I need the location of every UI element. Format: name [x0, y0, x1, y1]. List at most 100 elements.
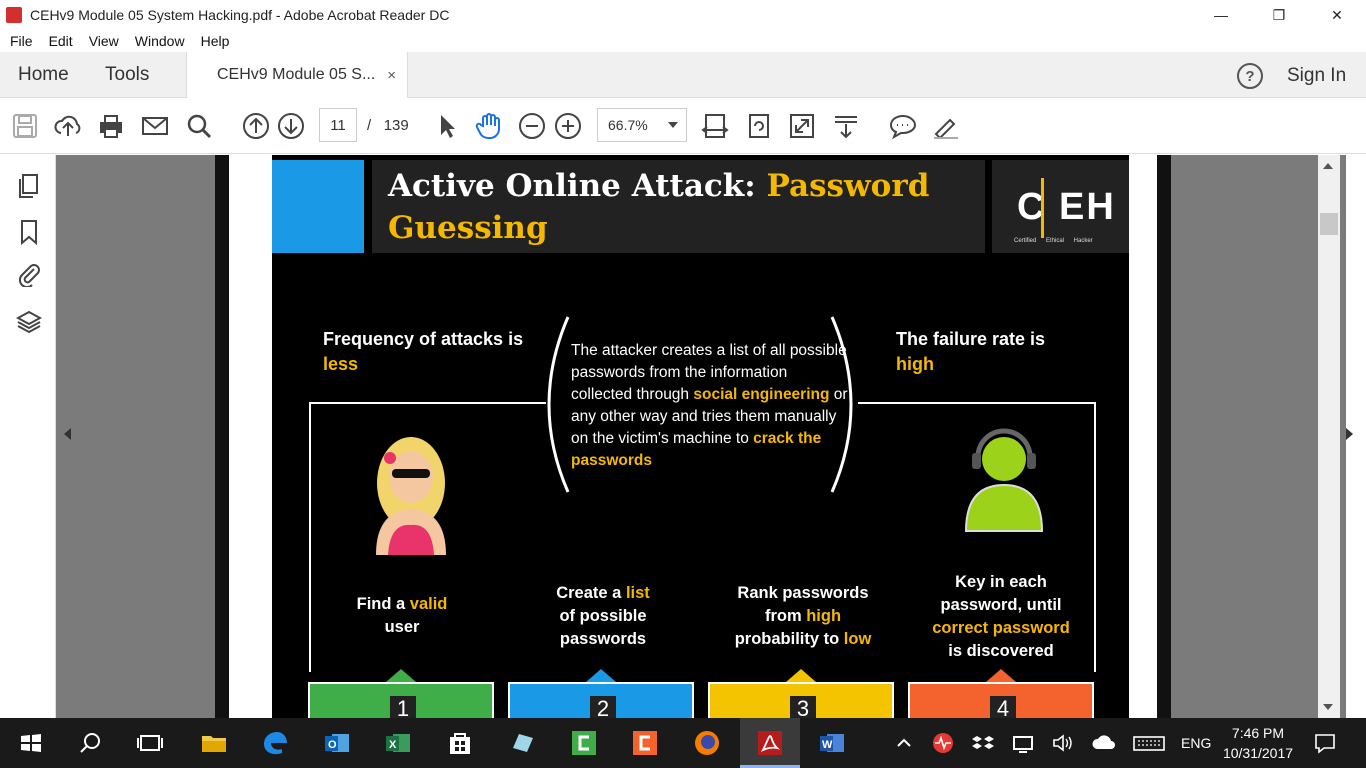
- edge-browser-icon[interactable]: [260, 728, 290, 758]
- zoom-in-icon[interactable]: [554, 112, 582, 140]
- tab-bar: Home Tools CEHv9 Module 05 S... × ? Sign…: [0, 52, 1366, 98]
- attacker-avatar-icon: [376, 437, 446, 555]
- acrobat-reader-icon: [755, 728, 785, 758]
- title-bar: CEHv9 Module 05 System Hacking.pdf - Ado…: [0, 0, 1366, 30]
- app-crystal-icon[interactable]: [507, 728, 537, 758]
- taskbar: O X W ENG 7:46 PM 10/31/2017: [0, 718, 1366, 768]
- system-clock[interactable]: 7:46 PM 10/31/2017: [1218, 723, 1298, 763]
- fit-width-icon[interactable]: [701, 112, 729, 140]
- step-2-box: 2: [508, 682, 694, 724]
- task-view-icon[interactable]: [135, 728, 165, 758]
- tab-document[interactable]: CEHv9 Module 05 S... ×: [186, 52, 408, 98]
- file-explorer-icon[interactable]: [199, 728, 229, 758]
- svg-text:O: O: [328, 739, 337, 751]
- step-1-label: Find a valid user: [356, 595, 448, 636]
- step-4-box: 4: [908, 682, 1094, 724]
- input-language[interactable]: ENG: [1181, 735, 1211, 751]
- acrobat-pdf-icon: [6, 7, 22, 23]
- menu-window[interactable]: Window: [135, 33, 185, 49]
- minimize-button[interactable]: —: [1192, 0, 1250, 30]
- ceh-logo: C EH Certified Ethical Hacker: [992, 160, 1129, 253]
- activity-monitor-icon[interactable]: [930, 728, 956, 758]
- ceh-logo-text: C EH: [1017, 186, 1116, 228]
- dropbox-icon[interactable]: [970, 728, 996, 758]
- step-4-label: Key in each password, until correct passw…: [932, 573, 1070, 660]
- outlook-icon[interactable]: O: [322, 728, 352, 758]
- slide: Active Online Attack: Password Guessing …: [272, 155, 1129, 724]
- scroll-mode-icon[interactable]: [832, 112, 860, 140]
- collapse-right-panel-icon[interactable]: [1346, 428, 1353, 440]
- user-headset-icon: [964, 428, 1044, 532]
- word-icon[interactable]: W: [817, 728, 847, 758]
- sign-in-button[interactable]: Sign In: [1287, 65, 1346, 87]
- step-1-box: 1: [308, 682, 494, 724]
- restore-button[interactable]: ❐: [1250, 0, 1308, 30]
- tab-tools[interactable]: Tools: [105, 64, 149, 86]
- upload-cloud-icon[interactable]: [54, 112, 82, 140]
- menu-view[interactable]: View: [89, 33, 119, 49]
- attachments-icon[interactable]: [16, 261, 42, 289]
- help-icon[interactable]: ?: [1237, 63, 1263, 89]
- page-number-input[interactable]: 11: [319, 108, 357, 142]
- hand-tool-icon[interactable]: [475, 112, 503, 140]
- rotate-page-icon[interactable]: [745, 112, 773, 140]
- center-description: The attacker creates a list of all possi…: [571, 342, 848, 469]
- slide-title-line2: Guessing: [388, 210, 548, 246]
- tab-home[interactable]: Home: [18, 64, 69, 86]
- firefox-icon[interactable]: [692, 728, 722, 758]
- onedrive-cloud-icon[interactable]: [1090, 728, 1118, 758]
- menu-file[interactable]: File: [10, 33, 33, 49]
- window-title: CEHv9 Module 05 System Hacking.pdf - Ado…: [30, 7, 450, 23]
- page-thumbnails-icon[interactable]: [16, 173, 42, 199]
- camtasia-green-icon[interactable]: [569, 728, 599, 758]
- menu-bar: File Edit View Window Help: [0, 30, 1366, 52]
- menu-edit[interactable]: Edit: [49, 33, 73, 49]
- slide-title-line1: Active Online Attack: Password: [388, 168, 930, 204]
- step-3-label: Rank passwords from high probability to l…: [734, 584, 872, 648]
- tab-close-icon[interactable]: ×: [387, 67, 396, 84]
- layers-icon[interactable]: [15, 309, 43, 335]
- collapse-left-panel-icon[interactable]: [64, 428, 71, 440]
- clock-time: 7:46 PM: [1231, 725, 1285, 741]
- notification-center-icon[interactable]: [1312, 728, 1338, 758]
- scroll-down-icon[interactable]: [1323, 704, 1333, 710]
- taskbar-active-acrobat[interactable]: [740, 718, 800, 768]
- store-icon[interactable]: [445, 728, 475, 758]
- save-icon[interactable]: [11, 112, 39, 140]
- camtasia-orange-icon[interactable]: [630, 728, 660, 758]
- page-total: / 139: [367, 117, 409, 134]
- scroll-thumb[interactable]: [1320, 213, 1338, 235]
- select-cursor-icon[interactable]: [433, 112, 461, 140]
- document-canvas[interactable]: Active Online Attack: Password Guessing …: [56, 155, 1353, 724]
- excel-icon[interactable]: X: [383, 728, 413, 758]
- print-icon[interactable]: [97, 112, 125, 140]
- comment-icon[interactable]: [889, 112, 917, 140]
- zoom-out-icon[interactable]: [518, 112, 546, 140]
- close-window-button[interactable]: ✕: [1308, 0, 1366, 30]
- menu-help[interactable]: Help: [201, 33, 230, 49]
- windows-start-icon[interactable]: [16, 728, 46, 758]
- bookmarks-icon[interactable]: [16, 219, 42, 246]
- highlight-pen-icon[interactable]: [932, 112, 960, 140]
- show-hidden-icons-icon[interactable]: [893, 728, 915, 758]
- clock-date: 10/31/2017: [1222, 745, 1294, 761]
- previous-page-icon[interactable]: [242, 112, 270, 140]
- scroll-up-icon[interactable]: [1323, 163, 1333, 169]
- left-navigation-panel: [0, 155, 56, 718]
- next-page-icon[interactable]: [277, 112, 305, 140]
- svg-text:W: W: [822, 739, 833, 751]
- search-icon[interactable]: [76, 728, 106, 758]
- zoom-dropdown[interactable]: 66.7%: [597, 108, 687, 142]
- step-3-box: 3: [708, 682, 894, 724]
- vertical-scrollbar[interactable]: [1318, 155, 1340, 718]
- search-icon[interactable]: [185, 112, 213, 140]
- svg-text:X: X: [389, 739, 397, 751]
- keyboard-icon[interactable]: [1132, 728, 1166, 758]
- slide-header: Active Online Attack: Password Guessing: [372, 160, 985, 253]
- tab-document-label: CEHv9 Module 05 S...: [217, 66, 376, 83]
- zoom-value: 66.7%: [608, 117, 648, 133]
- volume-icon[interactable]: [1050, 728, 1076, 758]
- email-icon[interactable]: [141, 112, 169, 140]
- full-screen-icon[interactable]: [788, 112, 816, 140]
- network-icon[interactable]: [1010, 728, 1036, 758]
